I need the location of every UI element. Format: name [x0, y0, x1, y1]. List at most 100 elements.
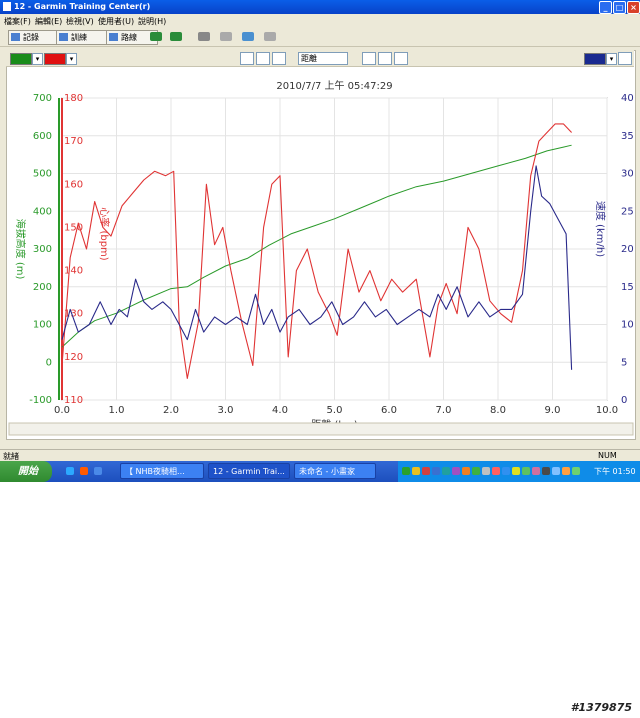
x-tick-label: 10.0 — [596, 405, 618, 416]
menu-bar: 檔案(F) 編輯(E) 檢視(V) 使用者(U) 說明(H) — [0, 15, 640, 27]
split-view-icon[interactable] — [256, 52, 270, 65]
speed-tick-label: 20 — [621, 244, 634, 255]
speed-tick-label: 35 — [621, 131, 634, 142]
desktop-icon[interactable] — [94, 467, 102, 475]
tray-icon[interactable] — [482, 467, 490, 475]
graph-icon[interactable] — [272, 52, 286, 65]
heart-tick-label: 140 — [64, 266, 83, 277]
aux-select[interactable] — [618, 52, 632, 65]
chart-scrollbar — [8, 422, 634, 436]
history-icon — [11, 33, 20, 41]
x-tick-label: 7.0 — [436, 405, 452, 416]
undo-icon[interactable] — [264, 32, 276, 41]
taskbar-item-paint[interactable]: 未命名 - 小畫家 — [294, 463, 376, 479]
elevation-tick-label: 500 — [33, 169, 52, 180]
elevation-tick-label: 100 — [33, 320, 52, 331]
grid-icon[interactable] — [240, 52, 254, 65]
x-tick-label: 1.0 — [109, 405, 125, 416]
right-axis-color-swatch[interactable] — [44, 53, 66, 65]
chart-datetime: 2010/7/7 上午 05:47:29 — [276, 79, 392, 92]
minimize-button[interactable]: _ — [599, 1, 612, 14]
elevation-axis-title: 海拔高度 (m) — [14, 219, 27, 280]
ie-icon[interactable] — [66, 467, 74, 475]
maximize-button[interactable]: □ — [613, 1, 626, 14]
chevron-down-icon[interactable]: ▾ — [606, 53, 617, 65]
app-icon — [3, 2, 11, 11]
tray-icon[interactable] — [542, 467, 550, 475]
xaxis-select[interactable]: 距離 — [298, 52, 348, 65]
taskbar: 開始 【 NHB夜騎相... 12 - Garmin Trai... 未命名 -… — [0, 461, 640, 482]
send-to-device-icon[interactable] — [150, 32, 162, 41]
delete-icon[interactable] — [220, 32, 232, 41]
x-tick-label: 5.0 — [327, 405, 343, 416]
tray-icon[interactable] — [502, 467, 510, 475]
chart-panel: 2010/7/7 上午 05:47:29 0.0 1.0 2.0 3.0 4.0 5.0 6.… — [6, 50, 636, 440]
heart-tick-label: 180 — [64, 93, 83, 104]
taskbar-item-garmin[interactable]: 12 - Garmin Trai... — [208, 463, 290, 479]
tray-icon[interactable] — [422, 467, 430, 475]
menu-view[interactable]: 檢視(V) — [66, 16, 94, 27]
menu-help[interactable]: 說明(H) — [138, 16, 166, 27]
tray-icon[interactable] — [552, 467, 560, 475]
tray-icon[interactable] — [412, 467, 420, 475]
watermark: #1379875 — [570, 701, 632, 714]
tray-icon[interactable] — [462, 467, 470, 475]
save-icon[interactable] — [198, 32, 210, 41]
tray-icon[interactable] — [432, 467, 440, 475]
menu-edit[interactable]: 編輯(E) — [35, 16, 62, 27]
clock: 下午 01:50 — [594, 467, 636, 476]
zoom-in-icon[interactable] — [362, 52, 376, 65]
chart-svg: 2010/7/7 上午 05:47:29 0.0 1.0 2.0 3.0 4.0 5.0 6.… — [8, 79, 634, 436]
left-axis-color-swatch[interactable] — [10, 53, 32, 65]
x-tick-label: 3.0 — [218, 405, 234, 416]
speed-tick-label: 40 — [621, 93, 634, 104]
tray-icon[interactable] — [562, 467, 570, 475]
tray-icon[interactable] — [442, 467, 450, 475]
tab-history[interactable]: 記錄 — [8, 30, 60, 45]
elevation-tick-label: 0 — [46, 357, 52, 368]
zoom-out-icon[interactable] — [378, 52, 392, 65]
taskbar-item-browser[interactable]: 【 NHB夜騎相... — [120, 463, 204, 479]
tray-icon[interactable] — [472, 467, 480, 475]
speed-tick-label: 5 — [621, 357, 627, 368]
tray-icon[interactable] — [532, 467, 540, 475]
speed-color-swatch[interactable] — [584, 53, 606, 65]
elevation-tick-label: 600 — [33, 131, 52, 142]
tray-icon[interactable] — [522, 467, 530, 475]
close-button[interactable]: × — [627, 1, 640, 14]
elevation-tick-label: 400 — [33, 206, 52, 217]
export-icon[interactable] — [242, 32, 254, 41]
receive-from-device-icon[interactable] — [170, 32, 182, 41]
speed-tick-label: 0 — [621, 395, 627, 406]
toolbar: 記錄 訓練 路線 — [0, 28, 640, 47]
chevron-down-icon[interactable]: ▾ — [32, 53, 43, 65]
menu-file[interactable]: 檔案(F) — [4, 16, 31, 27]
training-icon — [59, 33, 68, 41]
fit-icon[interactable] — [394, 52, 408, 65]
tray-icon[interactable] — [452, 467, 460, 475]
x-tick-label: 9.0 — [545, 405, 561, 416]
num-lock-indicator: NUM — [598, 451, 617, 460]
x-tick-label: 8.0 — [490, 405, 506, 416]
heart-tick-label: 170 — [64, 136, 83, 147]
media-icon[interactable] — [80, 467, 88, 475]
window-title: 12 - Garmin Training Center(r) — [14, 2, 151, 11]
tray-icon[interactable] — [572, 467, 580, 475]
start-button[interactable]: 開始 — [0, 461, 52, 482]
speed-tick-label: 10 — [621, 320, 634, 331]
tray-icon[interactable] — [492, 467, 500, 475]
tab-training[interactable]: 訓練 — [56, 30, 108, 45]
tray-icon[interactable] — [402, 467, 410, 475]
speed-tick-label: 15 — [621, 282, 634, 293]
routes-icon — [109, 33, 118, 41]
elevation-tick-label: -100 — [29, 395, 52, 406]
tray-icon[interactable] — [512, 467, 520, 475]
menu-user[interactable]: 使用者(U) — [98, 16, 134, 27]
x-tick-label: 6.0 — [381, 405, 397, 416]
chevron-down-icon[interactable]: ▾ — [66, 53, 77, 65]
speed-tick-label: 30 — [621, 169, 634, 180]
speed-axis-title: 速度 (km/h) — [594, 201, 607, 257]
system-tray: 下午 01:50 — [398, 461, 640, 482]
title-bar: 12 - Garmin Training Center(r) _ □ × — [0, 0, 640, 14]
chart-controls: ▾ ▾ 距離 ▾ — [6, 50, 634, 67]
